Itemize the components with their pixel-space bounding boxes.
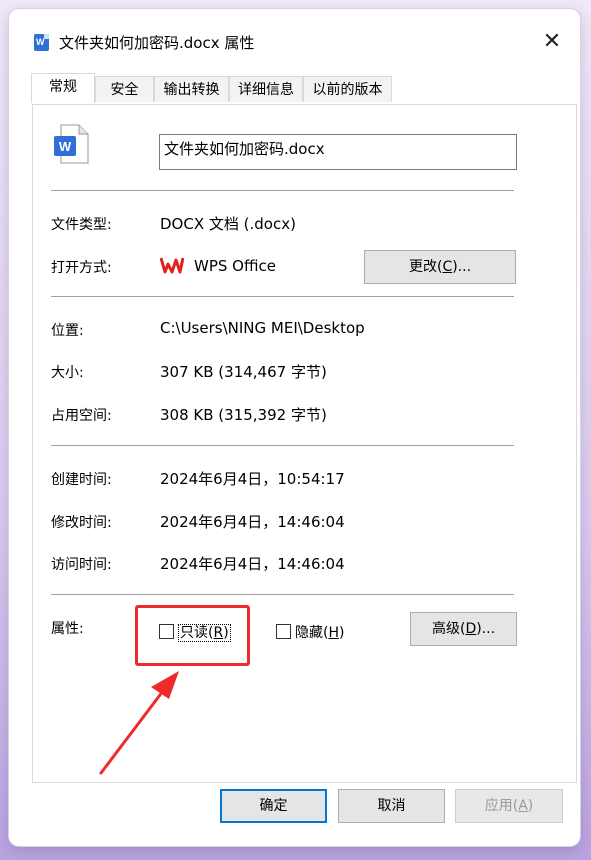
- created-label: 创建时间:: [51, 472, 112, 488]
- location-label: 位置:: [51, 323, 84, 339]
- change-button[interactable]: 更改(C)...: [364, 250, 516, 284]
- size-on-disk-value: 308 KB (315,392 字节): [160, 406, 327, 424]
- opens-with-app-name: WPS Office: [194, 257, 276, 275]
- modified-label: 修改时间:: [51, 515, 112, 531]
- properties-dialog: W 文件夹如何加密码.docx 属性 ✕ 常规 安全 输出转换 详细信息 以前的…: [9, 9, 580, 846]
- file-type-value: DOCX 文档 (.docx): [160, 215, 296, 233]
- title-bar: W 文件夹如何加密码.docx 属性 ✕: [9, 9, 580, 71]
- file-name-field[interactable]: 文件夹如何加密码.docx: [159, 134, 517, 170]
- created-value: 2024年6月4日，10:54:17: [160, 470, 345, 488]
- tab-general[interactable]: 常规: [31, 73, 95, 103]
- tab-previous-versions[interactable]: 以前的版本: [303, 76, 392, 102]
- divider: [51, 296, 514, 297]
- docx-file-icon: W: [54, 124, 89, 164]
- accessed-label: 访问时间:: [51, 557, 112, 573]
- wps-logo-icon: [160, 257, 184, 274]
- hidden-checkbox-box[interactable]: [276, 624, 291, 639]
- opens-with-label: 打开方式:: [51, 260, 112, 276]
- size-on-disk-label: 占用空间:: [51, 408, 112, 424]
- attributes-label: 属性:: [51, 621, 84, 637]
- cancel-button[interactable]: 取消: [338, 789, 445, 823]
- window-title: 文件夹如何加密码.docx 属性: [59, 34, 255, 52]
- ok-button[interactable]: 确定: [220, 789, 327, 823]
- word-document-icon: W: [34, 34, 49, 51]
- divider: [51, 594, 514, 595]
- hidden-checkbox[interactable]: 隐藏(H): [276, 622, 344, 642]
- size-label: 大小:: [51, 365, 84, 381]
- apply-button[interactable]: 应用(A): [455, 789, 563, 823]
- svg-text:W: W: [59, 139, 72, 154]
- opens-with-value: WPS Office: [160, 256, 276, 275]
- tab-output-conversion[interactable]: 输出转换: [154, 76, 229, 102]
- tab-security[interactable]: 安全: [95, 76, 154, 102]
- red-arrow-annotation: [99, 671, 179, 775]
- file-type-label: 文件类型:: [51, 217, 112, 233]
- readonly-highlight-annotation: [135, 605, 250, 666]
- size-value: 307 KB (314,467 字节): [160, 363, 327, 381]
- divider: [51, 190, 514, 191]
- hidden-checkbox-label: 隐藏(H): [295, 625, 345, 641]
- close-button[interactable]: ✕: [541, 31, 563, 54]
- divider: [51, 445, 514, 446]
- advanced-button[interactable]: 高级(D)...: [410, 612, 517, 646]
- location-value: C:\Users\NING MEI\Desktop: [160, 319, 365, 337]
- modified-value: 2024年6月4日，14:46:04: [160, 513, 345, 531]
- tab-details[interactable]: 详细信息: [229, 76, 303, 102]
- word-icon-letter: W: [36, 37, 45, 47]
- accessed-value: 2024年6月4日，14:46:04: [160, 555, 345, 573]
